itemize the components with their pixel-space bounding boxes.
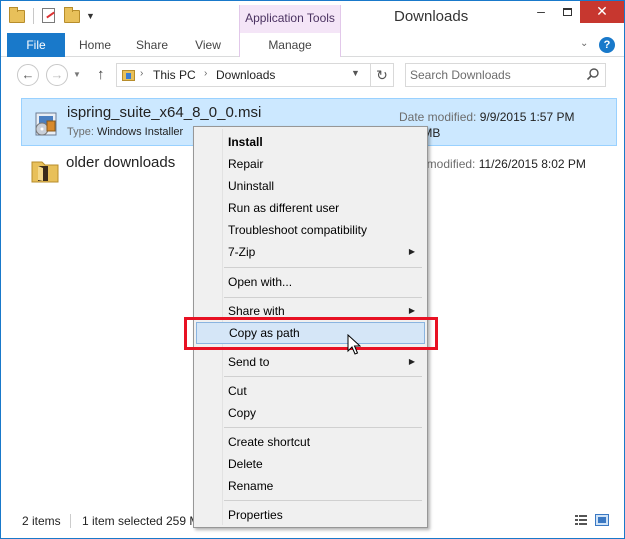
file-name: ispring_suite_x64_8_0_0.msi (67, 104, 262, 121)
navigation-bar: ← → ▼ ↑ › This PC › Downloads ▼ ↻ (1, 58, 624, 92)
file-date-value: 9/9/2015 1:57 PM (479, 110, 575, 124)
details-view-icon[interactable] (574, 514, 588, 526)
close-button[interactable]: ✕ (580, 1, 624, 23)
forward-button[interactable]: → (46, 64, 68, 86)
application-tools-label: Application Tools (245, 11, 335, 25)
menu-item-run-as-different-user[interactable]: Run as different user (196, 197, 425, 219)
refresh-button[interactable]: ↻ (370, 64, 393, 86)
menu-item-send-to-label: Send to (228, 355, 270, 369)
toolbar-divider (33, 8, 34, 24)
folder-date-value: 11/26/2015 8:02 PM (478, 157, 586, 171)
installer-icon (35, 112, 57, 136)
search-box[interactable] (405, 63, 606, 87)
breadcrumb-this-pc[interactable]: This PC (153, 68, 196, 82)
menu-item-troubleshoot-compatibility[interactable]: Troubleshoot compatibility (196, 219, 425, 241)
large-icons-view-icon[interactable] (595, 514, 609, 526)
title-bar: ▼ Application Tools Downloads – ✕ (1, 1, 624, 33)
breadcrumb-downloads[interactable]: Downloads (216, 68, 275, 82)
breadcrumb-separator-icon[interactable]: › (140, 68, 143, 79)
downloads-folder-icon (122, 70, 135, 81)
application-tools-group: Application Tools (239, 5, 341, 33)
customize-toolbar-icon[interactable]: ▼ (86, 11, 95, 21)
item-count: 2 items (22, 514, 61, 528)
quick-access-toolbar: ▼ (9, 7, 95, 24)
menu-item-open-with[interactable]: Open with... (196, 271, 425, 293)
menu-item-install[interactable]: Install (196, 131, 425, 153)
menu-separator (224, 500, 422, 501)
ribbon-tabs: File Home Share View Manage ⌄ ? (1, 33, 624, 57)
menu-item-rename[interactable]: Rename (196, 475, 425, 497)
help-icon[interactable]: ? (599, 37, 615, 53)
menu-item-create-shortcut[interactable]: Create shortcut (196, 431, 425, 453)
menu-item-7zip[interactable]: 7-Zip ▶ (196, 241, 425, 263)
expand-ribbon-icon[interactable]: ⌄ (580, 38, 588, 49)
menu-item-delete[interactable]: Delete (196, 453, 425, 475)
address-history-icon[interactable]: ▼ (351, 68, 360, 78)
maximize-icon (562, 8, 572, 17)
back-button[interactable]: ← (17, 64, 39, 86)
menu-separator (224, 427, 422, 428)
maximize-button[interactable] (554, 1, 580, 23)
file-type-value: Windows Installer (96, 126, 184, 138)
breadcrumb-separator-icon[interactable]: › (204, 68, 207, 79)
menu-item-properties[interactable]: Properties (196, 504, 425, 526)
mouse-pointer-icon (347, 334, 361, 355)
new-folder-icon[interactable] (64, 7, 80, 24)
submenu-arrow-icon: ▶ (408, 357, 415, 366)
highlight-annotation (184, 317, 438, 350)
file-type: Type: Windows Installer (67, 126, 183, 138)
properties-icon[interactable] (42, 8, 58, 24)
app-folder-icon[interactable] (9, 7, 25, 24)
menu-separator (224, 267, 422, 268)
menu-separator (224, 297, 422, 298)
address-bar[interactable]: › This PC › Downloads ▼ ↻ (116, 63, 394, 87)
file-type-label: Type: (67, 126, 94, 138)
menu-item-copy[interactable]: Copy (196, 402, 425, 424)
tab-file[interactable]: File (7, 33, 65, 57)
folder-icon (31, 161, 59, 183)
up-button[interactable]: ↑ (97, 66, 105, 83)
minimize-button[interactable]: – (528, 1, 554, 23)
search-input[interactable] (410, 67, 580, 83)
search-icon[interactable] (586, 67, 600, 81)
tab-manage[interactable]: Manage (239, 33, 341, 57)
menu-separator (224, 376, 422, 377)
menu-item-share-with-label: Share with (228, 304, 285, 318)
menu-item-7zip-label: 7-Zip (228, 245, 256, 259)
status-divider (70, 514, 71, 528)
menu-item-uninstall[interactable]: Uninstall (196, 175, 425, 197)
menu-item-send-to[interactable]: Send to ▶ (196, 351, 425, 373)
tab-view[interactable]: View (181, 33, 235, 57)
menu-item-cut[interactable]: Cut (196, 380, 425, 402)
folder-name: older downloads (66, 154, 176, 171)
tab-share[interactable]: Share (125, 33, 179, 57)
submenu-arrow-icon: ▶ (408, 247, 415, 256)
explorer-window: ▼ Application Tools Downloads – ✕ File H… (0, 0, 625, 539)
menu-item-repair[interactable]: Repair (196, 153, 425, 175)
selection-status: 1 item selected (82, 514, 163, 528)
recent-locations-icon[interactable]: ▼ (73, 70, 81, 79)
window-title: Downloads (394, 8, 469, 25)
file-date-label: Date modified: (399, 110, 477, 124)
file-date: Date modified: 9/9/2015 1:57 PM (399, 110, 574, 124)
tab-home[interactable]: Home (67, 33, 123, 57)
